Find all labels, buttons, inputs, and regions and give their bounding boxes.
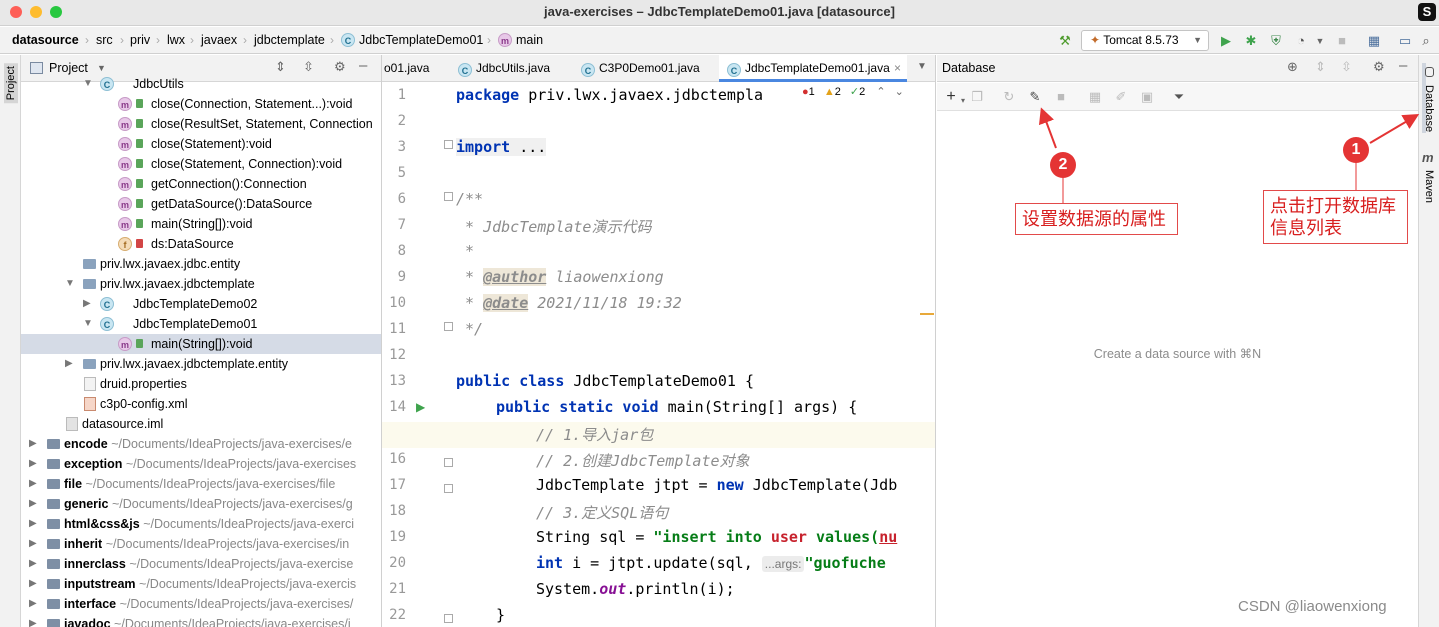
arrow-to-properties-button bbox=[1038, 107, 1057, 149]
step-badge-1: 1 bbox=[1343, 137, 1369, 163]
arrow-to-database-tab bbox=[1369, 113, 1420, 144]
annotation-arrows bbox=[1038, 107, 1420, 203]
callout-datasource-properties: 设置数据源的属性 bbox=[1015, 203, 1178, 235]
watermark: CSDN @liaowenxiong bbox=[1238, 598, 1387, 615]
callout-open-database-list: 点击打开数据库 信息列表 bbox=[1263, 190, 1408, 244]
step-badge-2: 2 bbox=[1050, 152, 1076, 178]
